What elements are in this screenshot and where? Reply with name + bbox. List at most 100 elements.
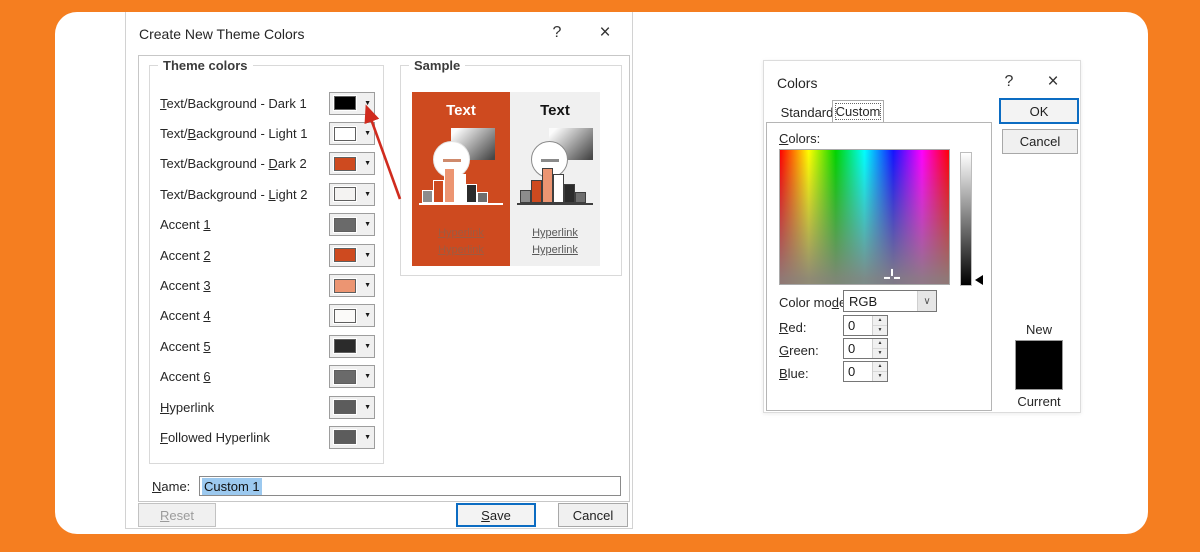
dropdown-arrow-icon: ▼ (364, 221, 371, 228)
help-icon[interactable]: ? (996, 69, 1022, 95)
theme-color-dropdown[interactable]: ▼ (329, 213, 375, 236)
spin-down-icon[interactable]: ▼ (873, 326, 887, 335)
save-button[interactable]: Save (456, 503, 536, 527)
theme-color-label: Accent 5 (160, 339, 211, 354)
theme-color-row: Accent 4 ▼ (160, 301, 375, 331)
color-field-marker-icon[interactable] (884, 269, 900, 280)
dropdown-arrow-icon: ▼ (364, 373, 371, 380)
spin-up-icon[interactable]: ▲ (873, 316, 887, 326)
theme-color-row: Accent 1 ▼ (160, 210, 375, 240)
hue-saturation-field[interactable] (779, 149, 950, 285)
theme-color-dropdown[interactable]: ▼ (329, 183, 375, 206)
spin-down-icon[interactable]: ▼ (873, 372, 887, 381)
color-swatch-icon (334, 96, 356, 110)
theme-color-dropdown[interactable]: ▼ (329, 92, 375, 115)
sample-bar (444, 168, 455, 203)
dropdown-arrow-icon: ▼ (364, 191, 371, 198)
theme-color-dropdown[interactable]: ▼ (329, 335, 375, 358)
sample-bar (542, 168, 553, 203)
theme-color-dropdown[interactable]: ▼ (329, 396, 375, 419)
blue-spinner[interactable]: 0 ▲ ▼ (843, 361, 888, 382)
theme-color-label: Text/Background - Dark 1 (160, 96, 307, 111)
theme-color-label: Hyperlink (160, 400, 214, 415)
color-swatch-icon (334, 430, 356, 444)
close-icon[interactable]: × (592, 20, 618, 46)
spin-down-icon[interactable]: ▼ (873, 349, 887, 358)
sample-bar (422, 190, 433, 203)
name-row: Name: Custom 1 (152, 476, 621, 496)
reset-button[interactable]: Reset (138, 503, 216, 527)
tab-standard[interactable]: Standard (776, 104, 838, 123)
sample-text-label: Text (510, 102, 600, 119)
theme-color-dropdown[interactable]: ▼ (329, 244, 375, 267)
sample-bar (466, 184, 477, 203)
dropdown-arrow-icon: ▼ (364, 252, 371, 259)
sample-chart-baseline (517, 203, 593, 205)
theme-color-row: Text/Background - Dark 1 ▼ (160, 88, 375, 118)
theme-color-dropdown[interactable]: ▼ (329, 365, 375, 388)
color-model-value: RGB (844, 294, 917, 309)
theme-color-label: Accent 6 (160, 369, 211, 384)
cancel-button[interactable]: Cancel (1002, 129, 1078, 154)
theme-color-dropdown[interactable]: ▼ (329, 304, 375, 327)
sample-preview-card: Text HyperlinkHyperlink (412, 92, 510, 266)
colors-dialog: Colors ? × Standard Custom Colors: Color… (763, 60, 1081, 413)
theme-color-row: Text/Background - Dark 2 ▼ (160, 149, 375, 179)
theme-color-dropdown[interactable]: ▼ (329, 152, 375, 175)
sample-bar (531, 180, 542, 203)
theme-color-dropdown[interactable]: ▼ (329, 274, 375, 297)
help-icon[interactable]: ? (544, 20, 570, 46)
dropdown-arrow-icon: ▼ (364, 160, 371, 167)
cancel-button[interactable]: Cancel (558, 503, 628, 527)
tab-custom[interactable]: Custom (832, 100, 884, 123)
theme-color-row: Accent 2 ▼ (160, 240, 375, 270)
right-dialog-title: Colors (777, 75, 817, 91)
theme-color-rows: Text/Background - Dark 1 ▼ Text/Backgrou… (160, 88, 375, 453)
sample-bar (564, 184, 575, 203)
right-dialog-titlebar[interactable]: Colors ? × (764, 61, 1080, 103)
create-new-theme-colors-dialog: Create New Theme Colors ? × Theme colors… (125, 12, 633, 529)
sample-bar (477, 192, 488, 203)
spin-up-icon[interactable]: ▲ (873, 339, 887, 349)
color-swatch-icon (334, 127, 356, 141)
left-dialog-titlebar[interactable]: Create New Theme Colors ? × (126, 12, 632, 54)
sample-hyperlink[interactable]: Hyperlink (412, 225, 510, 242)
theme-colors-group-label: Theme colors (158, 58, 253, 73)
current-label: Current (1007, 394, 1071, 409)
color-model-dropdown[interactable]: RGB ∨ (843, 290, 937, 312)
red-value: 0 (844, 316, 872, 335)
luminance-pointer-icon[interactable] (975, 275, 983, 285)
theme-color-row: Followed Hyperlink ▼ (160, 422, 375, 452)
theme-color-row: Text/Background - Light 2 ▼ (160, 179, 375, 209)
dropdown-arrow-icon: ▼ (364, 100, 371, 107)
ok-button[interactable]: OK (999, 98, 1079, 124)
colors-label: Colors: (779, 131, 820, 146)
green-spinner[interactable]: 0 ▲ ▼ (843, 338, 888, 359)
dropdown-arrow-icon: ▼ (364, 312, 371, 319)
sample-hyperlink[interactable]: Hyperlink (510, 225, 600, 242)
close-icon[interactable]: × (1040, 69, 1066, 95)
red-spinner[interactable]: 0 ▲ ▼ (843, 315, 888, 336)
sample-text-label: Text (412, 102, 510, 119)
theme-color-row: Text/Background - Light 1 ▼ (160, 118, 375, 148)
theme-color-label: Accent 4 (160, 308, 211, 323)
color-swatch-icon (334, 400, 356, 414)
green-value: 0 (844, 339, 872, 358)
sample-preview-card: Text HyperlinkHyperlink (510, 92, 600, 266)
theme-color-row: Accent 5 ▼ (160, 331, 375, 361)
spin-up-icon[interactable]: ▲ (873, 362, 887, 372)
theme-color-label: Accent 3 (160, 278, 211, 293)
luminance-bar[interactable] (960, 152, 972, 286)
theme-color-dropdown[interactable]: ▼ (329, 122, 375, 145)
theme-color-dropdown[interactable]: ▼ (329, 426, 375, 449)
sample-chart-baseline (419, 203, 503, 205)
sample-hyperlink[interactable]: Hyperlink (412, 242, 510, 259)
name-input[interactable]: Custom 1 (199, 476, 621, 496)
theme-color-label: Followed Hyperlink (160, 430, 270, 445)
sample-groupbox: Sample Text HyperlinkHyperlink Text Hype… (400, 65, 622, 276)
color-swatch-icon (334, 157, 356, 171)
color-swatch-icon (334, 218, 356, 232)
sample-hyperlink[interactable]: Hyperlink (510, 242, 600, 259)
sample-group-label: Sample (409, 58, 465, 73)
sample-minus-icon (541, 159, 559, 162)
